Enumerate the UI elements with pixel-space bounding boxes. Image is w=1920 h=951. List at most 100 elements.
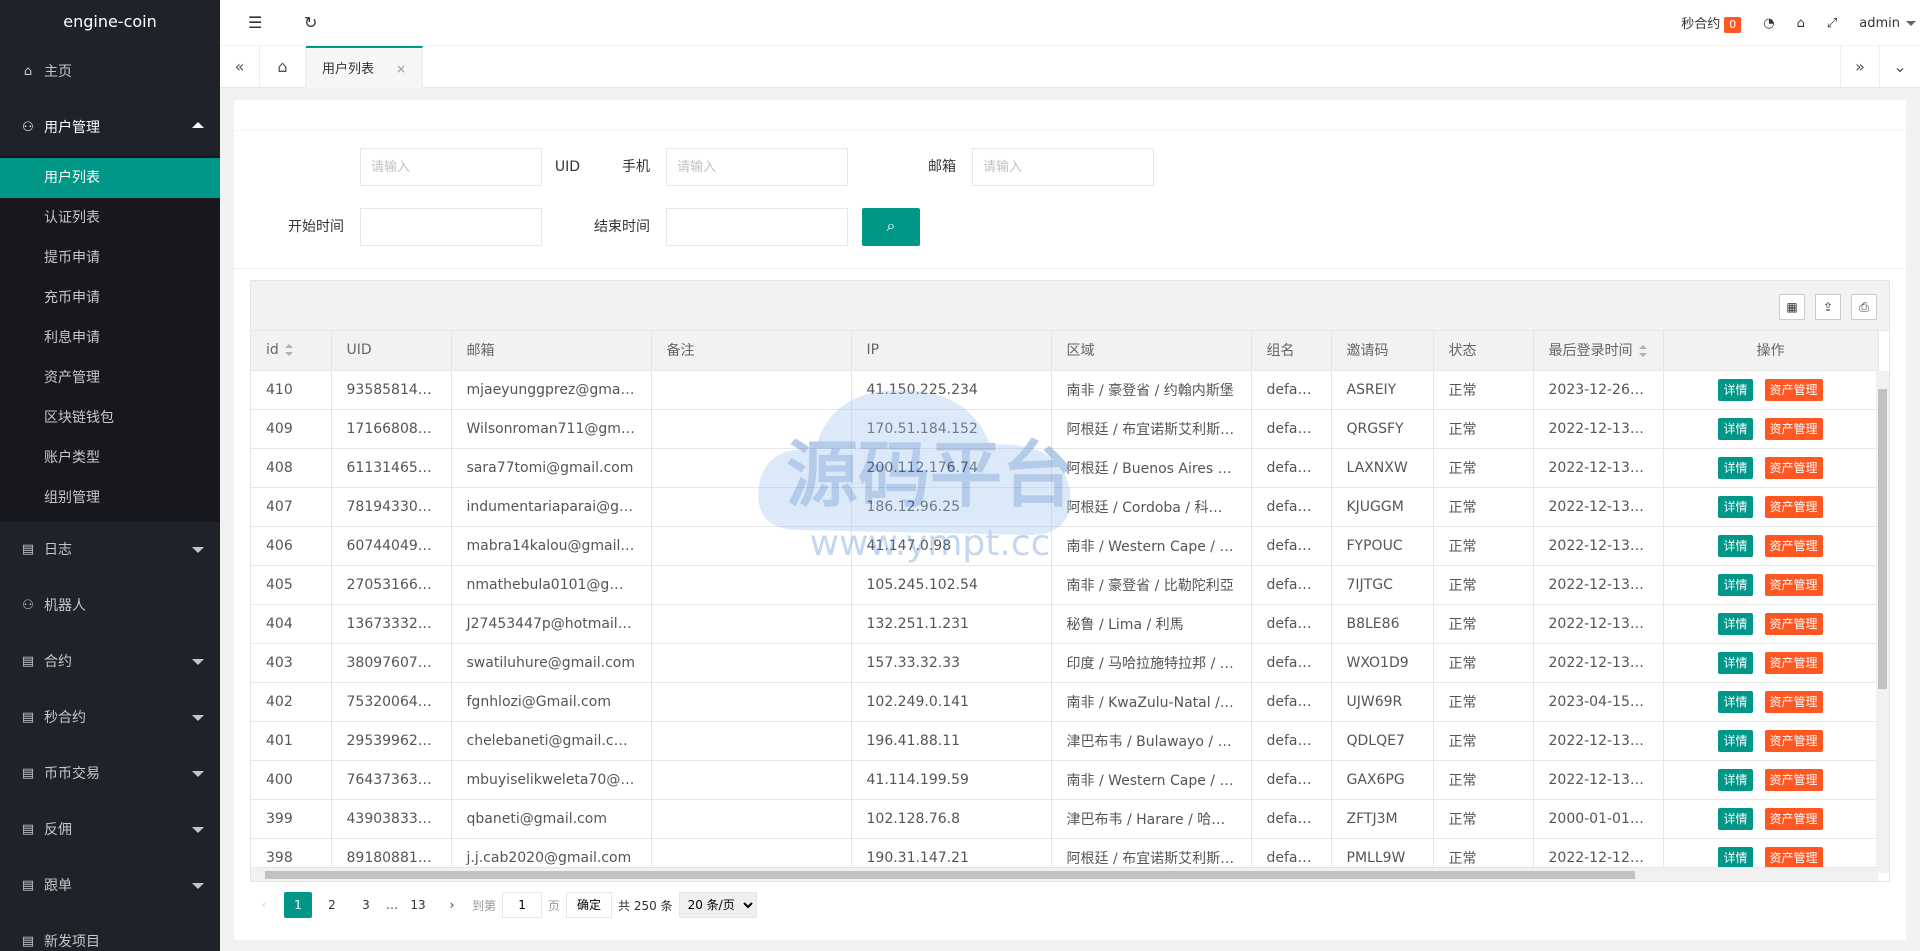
- sidebar-item-copy-trade[interactable]: ▤ 跟单: [0, 858, 220, 914]
- detail-button[interactable]: 详情: [1718, 378, 1753, 401]
- cell-invite-code: B8LE86: [1331, 604, 1434, 644]
- asset-management-button[interactable]: 资产管理: [1764, 613, 1823, 635]
- scroll-thumb[interactable]: [1878, 388, 1887, 689]
- sidebar-item-logs[interactable]: ▤ 日志: [0, 522, 220, 578]
- prev-page-icon[interactable]: ‹: [250, 892, 278, 918]
- cell-id: 409: [251, 409, 332, 449]
- cell-email: nmathebula0101@gmail.…: [451, 565, 652, 605]
- export-icon[interactable]: ⇪: [1815, 294, 1841, 320]
- sidebar-subitem-kyc-list[interactable]: 认证列表: [0, 198, 220, 238]
- sidebar-subitem-user-list[interactable]: 用户列表: [0, 158, 220, 198]
- page-3[interactable]: 3: [352, 892, 380, 918]
- asset-management-button[interactable]: 资产管理: [1764, 652, 1823, 674]
- sort-icon[interactable]: [1638, 345, 1647, 358]
- sidebar-item-user-management[interactable]: ⚇ 用户管理: [0, 100, 220, 156]
- asset-management-button[interactable]: 资产管理: [1764, 496, 1823, 518]
- columns-icon[interactable]: ▦: [1779, 294, 1805, 320]
- detail-button[interactable]: 详情: [1718, 613, 1753, 635]
- theme-icon[interactable]: ◔: [1763, 16, 1774, 31]
- col-header-id[interactable]: id: [251, 331, 332, 371]
- asset-management-button[interactable]: 资产管理: [1764, 730, 1823, 752]
- col-header-last-login[interactable]: 最后登录时间: [1533, 331, 1664, 371]
- detail-button[interactable]: 详情: [1718, 457, 1753, 479]
- page-2[interactable]: 2: [318, 892, 346, 918]
- detail-button[interactable]: 详情: [1718, 574, 1753, 596]
- cell-group: default: [1251, 682, 1332, 722]
- sidebar-subitem-withdraw[interactable]: 提币申请: [0, 238, 220, 278]
- sidebar-subitem-deposit[interactable]: 充币申请: [0, 278, 220, 318]
- second-contract-notice[interactable]: 秒合约 0: [1681, 13, 1742, 33]
- sidebar-subitem-wallet[interactable]: 区块链钱包: [0, 398, 220, 438]
- sidebar-item-label: 新发项目: [44, 934, 100, 950]
- uid-input[interactable]: [360, 148, 542, 186]
- cell-group: default: [1251, 565, 1332, 605]
- sidebar-subitem-group[interactable]: 组别管理: [0, 478, 220, 518]
- sidebar-item-home[interactable]: ⌂ 主页: [0, 44, 220, 100]
- page-input[interactable]: [502, 892, 543, 918]
- sidebar-item-spot-trade[interactable]: ▤ 币币交易: [0, 746, 220, 802]
- horizontal-scrollbar[interactable]: [251, 867, 1878, 881]
- goto-confirm-button[interactable]: 确定: [566, 892, 613, 918]
- close-icon[interactable]: ×: [396, 62, 406, 76]
- sidebar-subitem-account-type[interactable]: 账户类型: [0, 438, 220, 478]
- scroll-thumb[interactable]: [265, 871, 1635, 879]
- cell-remark: [651, 409, 852, 449]
- tab-user-list[interactable]: 用户列表 ×: [306, 46, 424, 88]
- menu-collapse-icon[interactable]: ☰: [248, 0, 262, 46]
- asset-management-button[interactable]: 资产管理: [1764, 769, 1823, 791]
- fullscreen-icon[interactable]: ⤢: [1827, 16, 1837, 31]
- asset-management-button[interactable]: 资产管理: [1764, 418, 1823, 440]
- sidebar-subitem-interest[interactable]: 利息申请: [0, 318, 220, 358]
- sidebar-item-robot[interactable]: ⚇ 机器人: [0, 578, 220, 634]
- sidebar-item-rebate[interactable]: ▤ 反佣: [0, 802, 220, 858]
- asset-management-button[interactable]: 资产管理: [1764, 457, 1823, 479]
- page-1[interactable]: 1: [284, 892, 312, 918]
- cell-group: default: [1251, 409, 1332, 449]
- asset-management-button[interactable]: 资产管理: [1764, 691, 1823, 713]
- detail-button[interactable]: 详情: [1718, 496, 1753, 518]
- detail-button[interactable]: 详情: [1718, 808, 1753, 830]
- start-time-input[interactable]: [360, 208, 542, 246]
- end-time-input[interactable]: [666, 208, 848, 246]
- detail-button[interactable]: 详情: [1718, 535, 1753, 557]
- search-button[interactable]: ⌕: [862, 208, 920, 246]
- user-menu[interactable]: admin: [1859, 16, 1916, 31]
- table-row: 406 6074404949 mabra14kalou@gmail.com 41.14…: [251, 526, 1879, 566]
- tabs-scroll-right-icon[interactable]: »: [1840, 46, 1880, 88]
- sidebar-item-label: 主页: [44, 64, 72, 80]
- sidebar-subitem-assets[interactable]: 资产管理: [0, 358, 220, 398]
- page-13[interactable]: 13: [404, 892, 432, 918]
- detail-button[interactable]: 详情: [1718, 730, 1753, 752]
- table-toolbar: ▦ ⇪ ⎙: [251, 281, 1889, 331]
- phone-label: 手机: [622, 159, 650, 175]
- next-page-icon[interactable]: ›: [438, 892, 466, 918]
- email-input[interactable]: [972, 148, 1154, 186]
- phone-input[interactable]: [666, 148, 848, 186]
- table-row: 405 2705316677 nmathebula0101@gmail.… 105.2…: [251, 565, 1879, 605]
- page-size-select[interactable]: 20 条/页: [678, 892, 757, 918]
- cell-ip: 41.114.199.59: [851, 760, 1052, 800]
- sort-icon[interactable]: [284, 344, 293, 357]
- detail-button[interactable]: 详情: [1718, 652, 1753, 674]
- sidebar-item-second-contract[interactable]: ▤ 秒合约: [0, 690, 220, 746]
- detail-button[interactable]: 详情: [1718, 769, 1753, 791]
- tabs-scroll-left-icon[interactable]: «: [220, 46, 260, 88]
- detail-button[interactable]: 详情: [1718, 418, 1753, 440]
- cell-last-login: 2022-12-13 01:03:: [1533, 721, 1664, 761]
- asset-management-button[interactable]: 资产管理: [1764, 808, 1823, 830]
- sidebar-item-contract[interactable]: ▤ 合约: [0, 634, 220, 690]
- vertical-scrollbar[interactable]: [1876, 370, 1889, 873]
- asset-management-button[interactable]: 资产管理: [1764, 847, 1823, 869]
- detail-button[interactable]: 详情: [1718, 691, 1753, 713]
- asset-management-button[interactable]: 资产管理: [1764, 535, 1823, 557]
- detail-button[interactable]: 详情: [1718, 847, 1753, 869]
- asset-management-button[interactable]: 资产管理: [1764, 378, 1823, 401]
- asset-management-button[interactable]: 资产管理: [1764, 574, 1823, 596]
- table-body: 410 9358581473 mjaeyunggprez@gmail.c… 41.15…: [251, 370, 1889, 873]
- sidebar-item-new-project[interactable]: ▤ 新发项目: [0, 914, 220, 951]
- home-tab-icon[interactable]: ⌂: [260, 46, 306, 88]
- refresh-icon[interactable]: ↻: [304, 0, 317, 46]
- tag-icon[interactable]: ⌂: [1797, 16, 1805, 31]
- print-icon[interactable]: ⎙: [1851, 294, 1877, 320]
- tabs-menu-icon[interactable]: ⌄: [1880, 46, 1920, 88]
